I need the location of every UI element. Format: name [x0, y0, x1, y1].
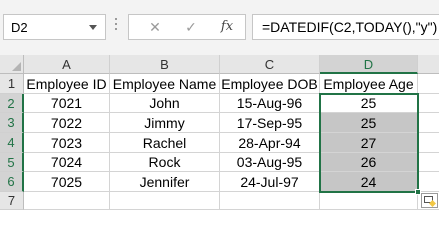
select-all-button[interactable] [0, 55, 24, 74]
table-cell-name[interactable]: Jimmy [110, 113, 220, 133]
table-cell-age[interactable]: 25 [320, 113, 418, 133]
empty-cell[interactable] [220, 192, 320, 210]
header-cell-employee-name[interactable]: Employee Name [110, 74, 220, 94]
table-cell-id[interactable]: 7023 [24, 133, 110, 153]
table-cell-age[interactable]: 26 [320, 153, 418, 172]
column-header-a[interactable]: A [24, 55, 110, 74]
empty-cell[interactable] [418, 113, 439, 133]
table-cell-dob[interactable]: 17-Sep-95 [220, 113, 320, 133]
empty-cell[interactable] [418, 153, 439, 172]
table-cell-name[interactable]: Rachel [110, 133, 220, 153]
formula-bar-grip-icon[interactable] [115, 18, 118, 36]
table-cell-dob[interactable]: 03-Aug-95 [220, 153, 320, 172]
quick-analysis-button[interactable] [421, 193, 438, 208]
header-cell-employee-dob[interactable]: Employee DOB [220, 74, 320, 94]
chevron-down-icon[interactable] [89, 25, 97, 30]
name-box[interactable]: D2 [3, 14, 106, 40]
empty-cell[interactable] [24, 192, 110, 210]
checkmark-icon[interactable]: ✓ [181, 18, 201, 36]
table-cell-id[interactable]: 7021 [24, 94, 110, 113]
name-box-value: D2 [11, 20, 28, 35]
table-cell-name[interactable]: Jennifer [110, 172, 220, 192]
spreadsheet-grid: A B C D 1 2 3 4 5 6 7 Employee ID Employ… [0, 55, 439, 210]
row-header-1[interactable]: 1 [0, 74, 24, 94]
table-cell-age-active[interactable]: 25 [320, 94, 418, 113]
row-header-7[interactable]: 7 [0, 192, 24, 210]
lightning-icon [429, 200, 436, 207]
table-cell-age[interactable]: 24 [320, 172, 418, 192]
select-all-triangle-icon [12, 62, 21, 71]
formula-input[interactable]: =DATEDIF(C2,TODAY(),"y") [252, 14, 439, 40]
column-header-d[interactable]: D [320, 55, 418, 74]
header-cell-employee-age[interactable]: Employee Age [320, 74, 418, 94]
row-header-6[interactable]: 6 [0, 172, 24, 192]
empty-cell[interactable] [418, 94, 439, 113]
empty-cell[interactable] [418, 74, 439, 94]
empty-cell[interactable] [110, 192, 220, 210]
row-header-5[interactable]: 5 [0, 153, 24, 172]
row-header-4[interactable]: 4 [0, 133, 24, 153]
table-cell-id[interactable]: 7025 [24, 172, 110, 192]
row-header-2[interactable]: 2 [0, 94, 24, 113]
table-cell-age[interactable]: 27 [320, 133, 418, 153]
formula-bar: D2 ✕ ✓ fx =DATEDIF(C2,TODAY(),"y") [0, 0, 439, 55]
table-cell-dob[interactable]: 28-Apr-94 [220, 133, 320, 153]
table-cell-dob[interactable]: 24-Jul-97 [220, 172, 320, 192]
column-header-e[interactable] [418, 55, 439, 74]
empty-cell[interactable] [418, 172, 439, 192]
table-cell-name[interactable]: Rock [110, 153, 220, 172]
insert-function-fx-icon[interactable]: fx [217, 18, 237, 36]
column-header-b[interactable]: B [110, 55, 220, 74]
table-cell-dob[interactable]: 15-Aug-96 [220, 94, 320, 113]
formula-buttons: ✕ ✓ fx [128, 14, 246, 40]
column-header-c[interactable]: C [220, 55, 320, 74]
empty-cell[interactable] [418, 133, 439, 153]
header-cell-employee-id[interactable]: Employee ID [24, 74, 110, 94]
table-cell-name[interactable]: John [110, 94, 220, 113]
table-cell-id[interactable]: 7022 [24, 113, 110, 133]
cancel-x-icon[interactable]: ✕ [145, 18, 165, 36]
formula-text: =DATEDIF(C2,TODAY(),"y") [262, 19, 438, 35]
empty-cell[interactable] [320, 192, 418, 210]
row-header-3[interactable]: 3 [0, 113, 24, 133]
table-cell-id[interactable]: 7024 [24, 153, 110, 172]
